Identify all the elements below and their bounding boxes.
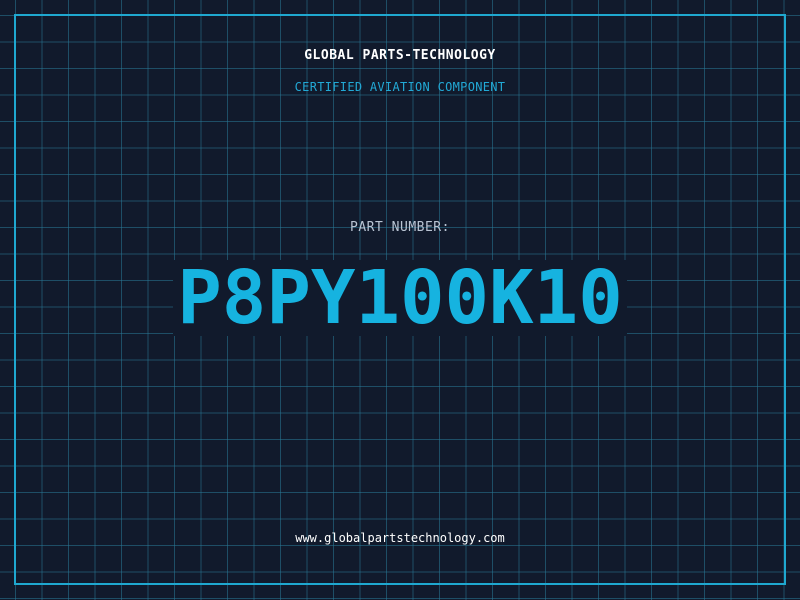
website-url: www.globalpartstechnology.com — [295, 531, 505, 545]
part-number-label: PART NUMBER: — [350, 220, 450, 235]
part-number-value: P8PY100K10 — [173, 260, 627, 336]
part-number-container: P8PY100K10 — [0, 260, 800, 336]
certification-subtitle: CERTIFIED AVIATION COMPONENT — [294, 80, 506, 94]
company-name: GLOBAL PARTS-TECHNOLOGY — [304, 48, 496, 63]
